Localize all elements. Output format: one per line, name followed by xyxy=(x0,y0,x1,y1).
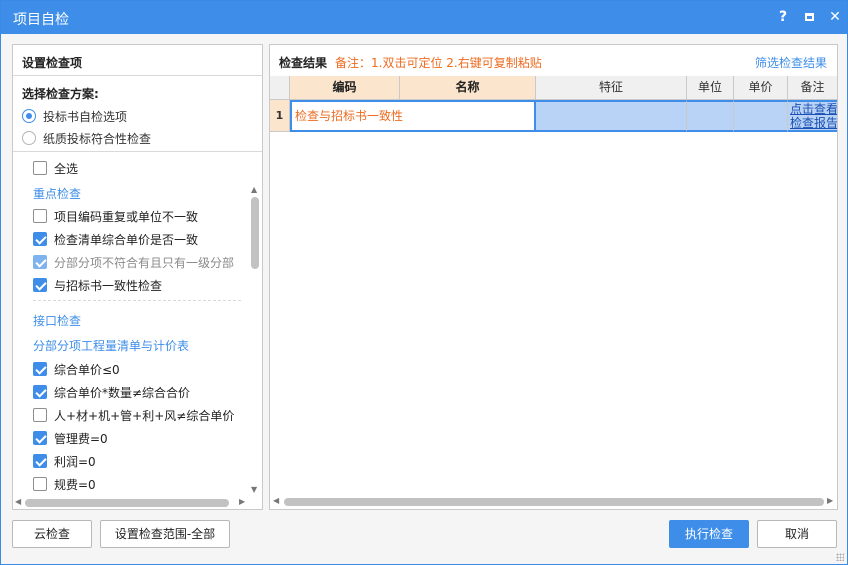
column-header-price[interactable]: 单价 xyxy=(734,76,788,100)
section-interface-checks: 接口检查 xyxy=(33,314,82,328)
checkbox-checked-icon[interactable] xyxy=(33,431,47,445)
radio-label: 纸质投标符合性检查 xyxy=(43,131,152,146)
scrollbar-thumb[interactable] xyxy=(284,498,824,506)
check-items-header: 设置检查项 xyxy=(13,45,262,76)
scroll-right-icon[interactable]: ▶ xyxy=(239,497,245,506)
checkbox-item-disabled: 分部分项不符合有且只有一级分部 xyxy=(33,253,234,271)
filter-results-link[interactable]: 筛选检查结果 xyxy=(755,54,827,71)
results-title: 检查结果 xyxy=(279,56,328,70)
checkbox-icon[interactable] xyxy=(33,209,47,223)
price-cell[interactable] xyxy=(734,100,788,132)
results-panel: 检查结果 备注：1.双击可定位 2.右键可复制粘贴 筛选检查结果 编码 名称 特… xyxy=(269,44,838,510)
scroll-left-icon[interactable]: ◀ xyxy=(273,496,279,505)
radio-scheme-paper-compliance[interactable]: 纸质投标符合性检查 xyxy=(22,129,151,147)
checkbox-label: 综合单价≤0 xyxy=(54,362,120,377)
divider xyxy=(13,151,262,152)
checkbox-item[interactable]: 利润=0 xyxy=(33,452,96,470)
scroll-up-icon[interactable]: ▲ xyxy=(251,185,257,194)
radio-label: 投标书自检选项 xyxy=(43,109,128,124)
link-line-1[interactable]: 点击查看 xyxy=(790,102,837,116)
checkbox-label: 项目编码重复或单位不一致 xyxy=(54,209,199,224)
row-number: 1 xyxy=(270,100,290,132)
checkbox-checked-icon xyxy=(33,255,47,269)
results-note: 备注：1.双击可定位 2.右键可复制粘贴 xyxy=(335,56,542,70)
section-subitems-table: 分部分项工程量清单与计价表 xyxy=(33,339,190,353)
checkbox-label: 检查清单综合单价是否一致 xyxy=(54,232,199,247)
results-grid-header: 编码 名称 特征 单位 单价 备注 xyxy=(270,76,837,100)
scheme-label: 选择检查方案: xyxy=(22,87,99,101)
checkbox-select-all[interactable]: 全选 xyxy=(33,159,78,177)
checkbox-checked-icon[interactable] xyxy=(33,454,47,468)
view-report-link[interactable]: 点击查看 检查报告 xyxy=(788,100,837,132)
close-icon[interactable]: ✕ xyxy=(825,7,845,27)
checkbox-item[interactable]: 管理费=0 xyxy=(33,429,108,447)
results-horizontal-scrollbar[interactable]: ◀ ▶ xyxy=(270,495,837,509)
scrollbar-thumb[interactable] xyxy=(251,197,259,269)
scroll-down-icon[interactable]: ▼ xyxy=(251,485,257,494)
checkbox-item[interactable]: 综合单价*数量≠综合合价 xyxy=(33,383,190,401)
scroll-right-icon[interactable]: ▶ xyxy=(827,496,833,505)
checkbox-item[interactable]: 规费=0 xyxy=(33,475,96,493)
scrollbar-thumb[interactable] xyxy=(25,499,229,507)
feature-cell[interactable] xyxy=(536,100,687,132)
radio-unselected-icon[interactable] xyxy=(22,131,36,145)
checkbox-checked-icon[interactable] xyxy=(33,278,47,292)
checkbox-item[interactable]: 与招标书一致性检查 xyxy=(33,276,162,294)
unit-cell[interactable] xyxy=(687,100,734,132)
set-scope-button[interactable]: 设置检查范围-全部 xyxy=(100,520,230,548)
help-icon[interactable]: ? xyxy=(773,7,793,27)
checkbox-label: 与招标书一致性检查 xyxy=(54,278,163,293)
checkbox-checked-icon[interactable] xyxy=(33,362,47,376)
check-items-panel: 设置检查项 选择检查方案: 投标书自检选项 纸质投标符合性检查 全选 重点检查 … xyxy=(12,44,263,510)
scroll-left-icon[interactable]: ◀ xyxy=(15,497,21,506)
checkbox-checked-icon[interactable] xyxy=(33,232,47,246)
section-key-checks: 重点检查 xyxy=(33,187,82,201)
radio-selected-icon[interactable] xyxy=(22,109,36,123)
checkbox-label: 人+材+机+管+利+风≠综合单价 xyxy=(54,408,235,423)
column-header-feature[interactable]: 特征 xyxy=(536,76,687,100)
checkbox-item[interactable]: 项目编码重复或单位不一致 xyxy=(33,207,198,225)
checkbox-icon[interactable] xyxy=(33,477,47,491)
column-header-remark[interactable]: 备注 xyxy=(788,76,837,100)
radio-scheme-bid-self-check[interactable]: 投标书自检选项 xyxy=(22,107,127,125)
dashed-divider xyxy=(33,300,241,301)
checkbox-label: 利润=0 xyxy=(54,454,96,469)
checkbox-label: 规费=0 xyxy=(54,477,96,492)
checkbox-checked-icon[interactable] xyxy=(33,385,47,399)
column-header-name[interactable]: 名称 xyxy=(400,76,536,100)
table-row[interactable]: 1 检查与招标书一致性 点击查看 检查报告 xyxy=(270,100,837,132)
cancel-button[interactable]: 取消 xyxy=(757,520,837,548)
checkbox-label: 管理费=0 xyxy=(54,431,108,446)
vertical-scrollbar[interactable]: ▲ ▼ xyxy=(249,183,261,497)
checkbox-icon[interactable] xyxy=(33,408,47,422)
run-check-button[interactable]: 执行检查 xyxy=(669,520,749,548)
panel-title: 设置检查项 xyxy=(22,56,83,70)
checkbox-label: 综合单价*数量≠综合合价 xyxy=(54,385,191,400)
checkbox-item[interactable]: 综合单价≤0 xyxy=(33,360,120,378)
checkbox-item[interactable]: 检查清单综合单价是否一致 xyxy=(33,230,198,248)
title-bar[interactable]: 项目自检 ? ✕ xyxy=(1,1,847,34)
resize-grip-icon[interactable] xyxy=(836,553,844,561)
horizontal-scrollbar[interactable]: ◀ ▶ xyxy=(13,497,262,509)
maximize-icon[interactable] xyxy=(799,7,819,27)
column-header-unit[interactable]: 单位 xyxy=(687,76,734,100)
row-item-text[interactable]: 检查与招标书一致性 xyxy=(290,100,536,132)
checkbox-item[interactable]: 人+材+机+管+利+风≠综合单价 xyxy=(33,406,234,424)
checkbox-icon[interactable] xyxy=(33,161,47,175)
column-header-code[interactable]: 编码 xyxy=(290,76,400,100)
dialog-window: 项目自检 ? ✕ 设置检查项 选择检查方案: 投标书自检选项 纸质投标符合性检查… xyxy=(0,0,848,565)
checkbox-label: 全选 xyxy=(54,161,79,176)
checkbox-label: 分部分项不符合有且只有一级分部 xyxy=(54,255,235,270)
row-number-header xyxy=(270,76,290,100)
cloud-check-button[interactable]: 云检查 xyxy=(12,520,92,548)
link-line-2[interactable]: 检查报告 xyxy=(790,116,837,130)
window-title: 项目自检 xyxy=(13,12,69,28)
